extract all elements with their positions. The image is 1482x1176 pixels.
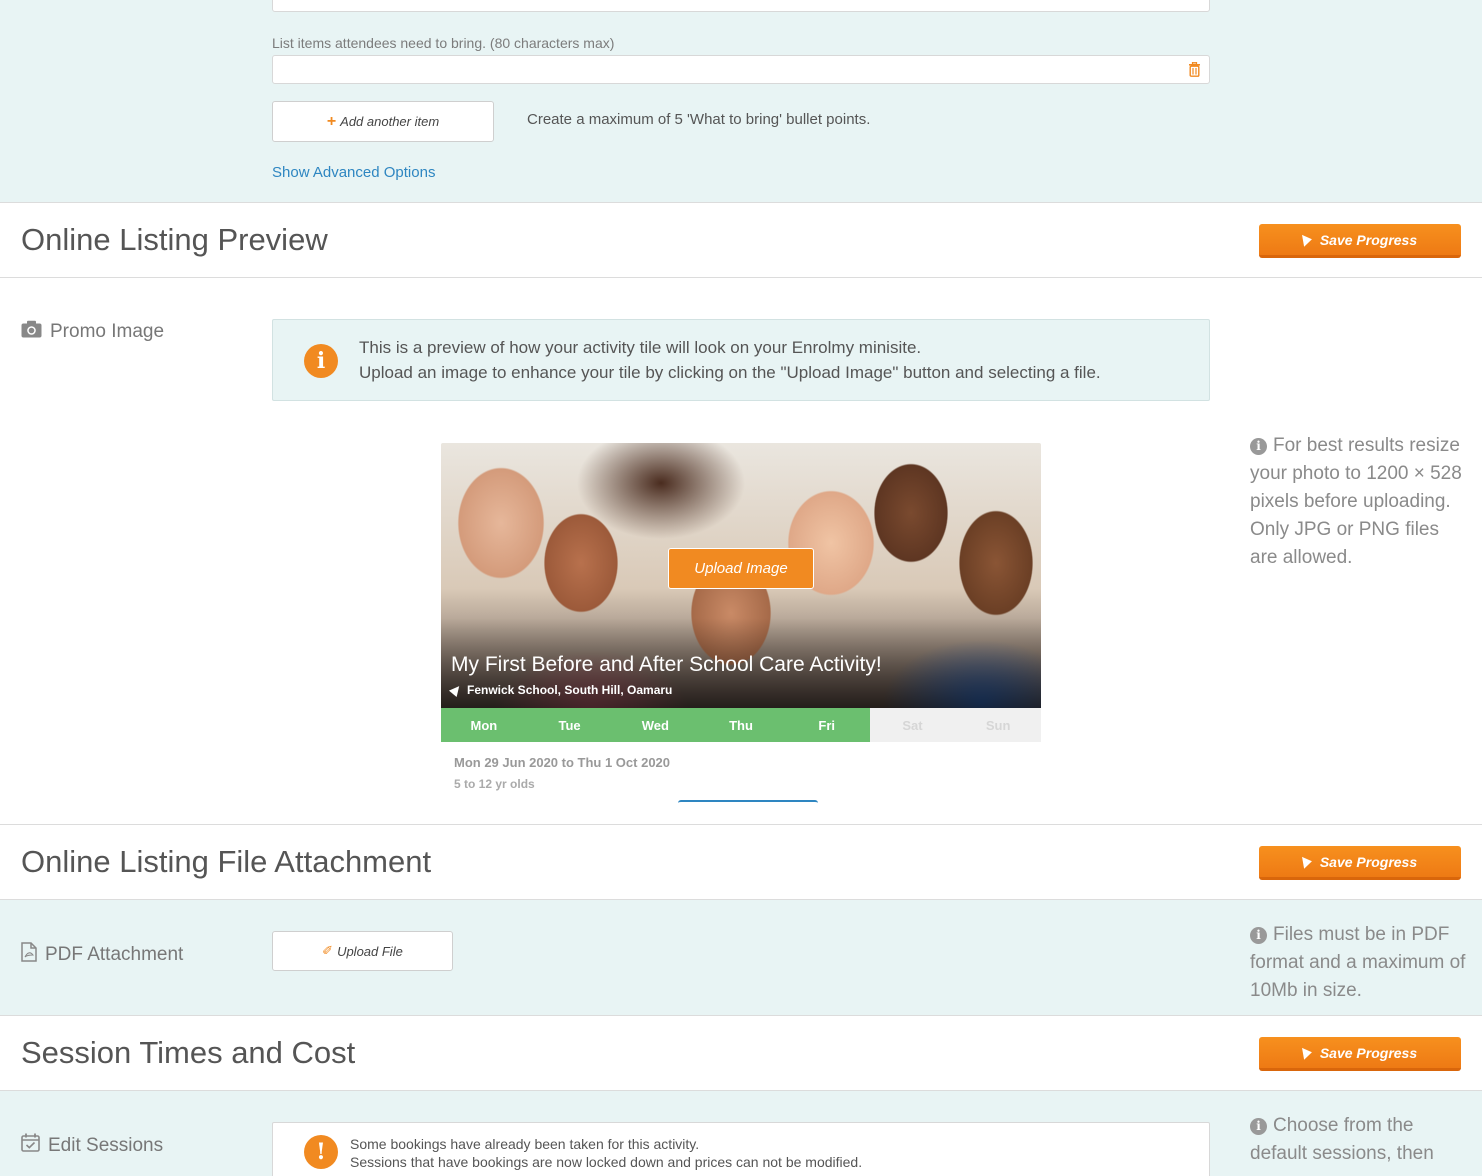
what-to-bring-hint: Create a maximum of 5 'What to bring' bu…	[527, 111, 871, 128]
bookings-warning-line-2: Sessions that have bookings are now lock…	[350, 1154, 863, 1170]
bookings-warning: ! Some bookings have already been taken …	[272, 1122, 1210, 1176]
activity-tile-image: Upload Image My First Before and After S…	[441, 443, 1041, 708]
camera-icon	[21, 320, 42, 344]
promo-image-text: Promo Image	[50, 321, 165, 342]
what-to-bring-section: List items attendees need to bring. (80 …	[0, 0, 1482, 203]
attachment-section-title: Online Listing File Attachment	[21, 844, 432, 879]
location-arrow-icon	[448, 682, 464, 698]
save-progress-button[interactable]: Save Progress	[1259, 224, 1461, 258]
bookings-warning-text: Some bookings have already been taken fo…	[350, 1135, 862, 1171]
paperclip-icon: ✐	[322, 943, 334, 958]
tile-ages: 5 to 12 yr olds	[454, 777, 535, 791]
info-circle-icon: i	[1250, 438, 1267, 455]
tile-button-edge	[678, 800, 818, 803]
info-circle-icon: i	[1250, 1118, 1267, 1135]
save-progress-label: Save Progress	[1319, 231, 1418, 248]
exclamation-icon: !	[304, 1135, 338, 1169]
info-icon: i	[304, 344, 338, 378]
trash-icon[interactable]	[1188, 62, 1201, 82]
save-progress-button[interactable]: Save Progress	[1259, 1037, 1461, 1071]
pdf-side-note: i Files must be in PDF format and a maxim…	[1250, 921, 1470, 1005]
sessions-section-title: Session Times and Cost	[21, 1035, 356, 1070]
day-wed: Wed	[612, 708, 699, 742]
send-arrow-icon	[1301, 232, 1313, 247]
calendar-check-icon	[21, 1133, 40, 1158]
tile-location-text: Fenwick School, South Hill, Oamaru	[467, 683, 673, 697]
edit-sessions-text: Edit Sessions	[48, 1134, 164, 1156]
day-mon: Mon	[441, 708, 527, 742]
save-progress-label: Save Progress	[1319, 1044, 1418, 1061]
preview-notice-line-2: Upload an image to enhance your tile by …	[359, 363, 1101, 382]
preview-notice-line-1: This is a preview of how your activity t…	[359, 338, 922, 357]
plus-icon: +	[326, 112, 337, 130]
day-sun: Sun	[955, 708, 1042, 742]
show-advanced-options-link[interactable]: Show Advanced Options	[272, 164, 435, 181]
edit-sessions-label: Edit Sessions	[21, 1133, 163, 1158]
sessions-section-header: Session Times and Cost Save Progress	[0, 1015, 1482, 1091]
promo-image-side-note: i For best results resize your photo to 1…	[1250, 432, 1470, 572]
pdf-attachment-text: PDF Attachment	[45, 944, 184, 965]
pdf-attachment-label: PDF Attachment	[21, 942, 183, 968]
promo-image-label: Promo Image	[21, 320, 164, 344]
pdf-side-note-text: Files must be in PDF format and a maximu…	[1250, 924, 1466, 1001]
day-thu: Thu	[698, 708, 784, 742]
day-fri: Fri	[783, 708, 870, 742]
pdf-file-icon	[21, 942, 37, 968]
save-progress-button[interactable]: Save Progress	[1259, 846, 1461, 880]
sessions-side-note-text: Choose from the default sessions, then	[1250, 1115, 1434, 1164]
what-to-bring-label: List items attendees need to bring. (80 …	[272, 35, 615, 51]
previous-input-field[interactable]	[272, 0, 1210, 12]
info-circle-icon: i	[1250, 927, 1267, 944]
upload-file-label: Upload File	[337, 943, 403, 959]
tile-dates: Mon 29 Jun 2020 to Thu 1 Oct 2020	[454, 755, 671, 770]
promo-image-side-note-text: For best results resize your photo to 12…	[1250, 435, 1462, 568]
tile-location: Fenwick School, South Hill, Oamaru	[448, 682, 673, 698]
day-tue: Tue	[526, 708, 613, 742]
upload-file-button[interactable]: ✐ Upload File	[272, 931, 453, 971]
pdf-attachment-section: PDF Attachment ✐ Upload File i Files must…	[0, 900, 1482, 1016]
edit-sessions-section: Edit Sessions ! Some bookings have alrea…	[0, 1091, 1482, 1176]
save-progress-label: Save Progress	[1319, 853, 1418, 870]
send-arrow-icon	[1301, 1045, 1313, 1060]
preview-notice-text: This is a preview of how your activity t…	[359, 335, 1101, 385]
tile-title: My First Before and After School Care Ac…	[451, 653, 882, 676]
preview-section-header: Online Listing Preview Save Progress	[0, 202, 1482, 278]
send-arrow-icon	[1301, 854, 1313, 869]
preview-section-title: Online Listing Preview	[21, 222, 328, 257]
upload-image-button[interactable]: Upload Image	[668, 548, 814, 589]
sessions-side-note: i Choose from the default sessions, then	[1250, 1112, 1470, 1168]
what-to-bring-input[interactable]	[272, 55, 1210, 84]
bookings-warning-line-1: Some bookings have already been taken fo…	[350, 1136, 700, 1152]
preview-notice: i This is a preview of how your activity…	[272, 319, 1210, 401]
attachment-section-header: Online Listing File Attachment Save Prog…	[0, 824, 1482, 900]
add-item-label: Add another item	[340, 114, 440, 129]
day-sat: Sat	[869, 708, 956, 742]
add-item-button[interactable]: + Add another item	[272, 101, 494, 142]
tile-days-bar: Mon Tue Wed Thu Fri Sat Sun	[441, 708, 1042, 742]
